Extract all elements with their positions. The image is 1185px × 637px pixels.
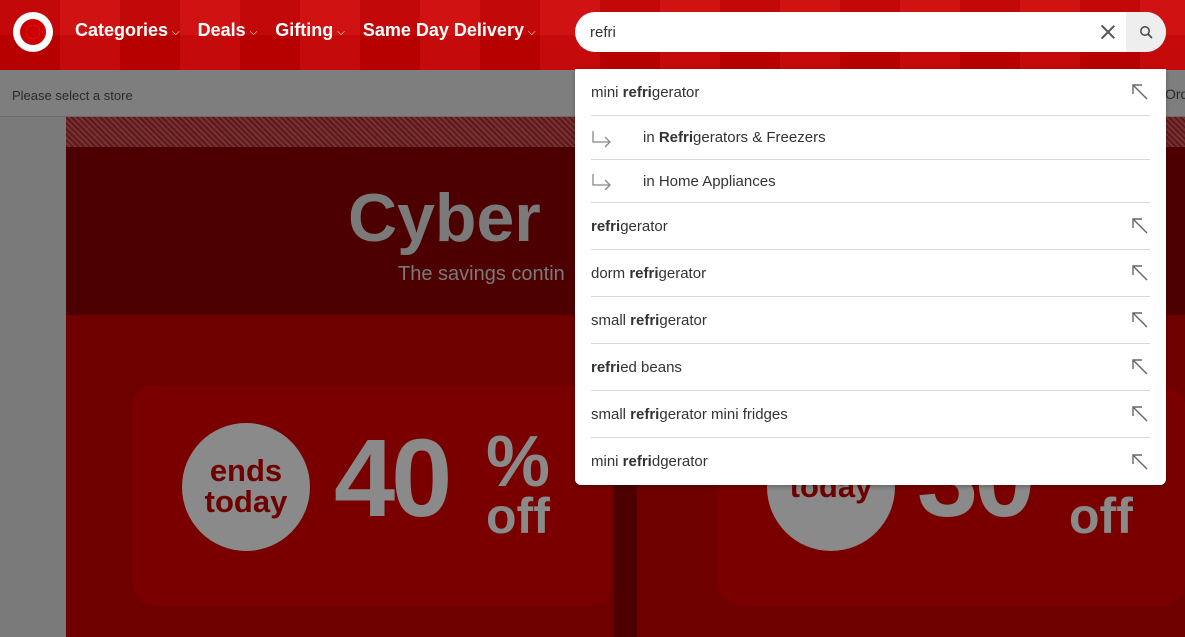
fill-search-arrow-icon[interactable]	[1130, 404, 1150, 424]
suggestion-text: refried beans	[591, 358, 682, 376]
fill-search-arrow-icon[interactable]	[1130, 216, 1150, 236]
nav-deals[interactable]: Deals ⌵	[198, 20, 258, 41]
orders-link[interactable]: Ord	[1165, 86, 1185, 102]
chevron-down-icon: ⌵	[172, 27, 180, 38]
badge-line-2: today	[204, 484, 288, 519]
nav-categories[interactable]: Categories ⌵	[75, 20, 180, 41]
ends-today-badge: ends today	[182, 423, 310, 551]
suggestion-item[interactable]: small refrigerator	[591, 297, 1150, 344]
banner-title: Cyber	[348, 180, 541, 256]
nav-label: Gifting	[275, 20, 334, 40]
sub-arrow-icon	[592, 174, 611, 191]
suggestion-text: mini refridgerator	[591, 453, 708, 470]
deal-off-label: off	[486, 488, 550, 544]
suggestion-item[interactable]: dorm refrigerator	[591, 250, 1150, 297]
suggestion-item[interactable]: small refrigerator mini fridges	[591, 391, 1150, 438]
deal-off-label-right: off	[1069, 488, 1133, 544]
suggestion-category[interactable]: in Refrigerators & Freezers	[591, 116, 1150, 160]
suggestion-text: small refrigerator mini fridges	[591, 405, 788, 423]
chevron-down-icon: ⌵	[527, 27, 536, 38]
deal-panel-left[interactable]: ends today 40 % off	[66, 315, 614, 637]
nav-label: Categories	[75, 20, 169, 40]
clear-search-icon[interactable]	[1097, 21, 1119, 43]
nav-gifting[interactable]: Gifting ⌵	[275, 20, 345, 41]
store-selector[interactable]: Please select a store	[12, 88, 133, 103]
suggestion-text: in Refrigerators & Freezers	[643, 129, 826, 146]
suggestion-text: in Home Appliances	[643, 172, 776, 190]
suggestion-item[interactable]: mini refridgerator	[591, 438, 1150, 485]
suggestion-text: mini refrigerator	[591, 83, 700, 101]
badge-line-1: ends	[209, 453, 283, 488]
fill-search-arrow-icon[interactable]	[1130, 310, 1150, 330]
search-button[interactable]	[1126, 12, 1166, 52]
chevron-down-icon: ⌵	[249, 27, 258, 38]
deal-percent: 40	[334, 417, 452, 540]
search-input[interactable]	[590, 20, 1070, 44]
fill-search-arrow-icon[interactable]	[1130, 452, 1150, 472]
search-icon	[1140, 26, 1153, 39]
main-nav: Categories ⌵ Deals ⌵ Gifting ⌵ Same Day …	[75, 20, 536, 41]
search-bar	[575, 12, 1166, 52]
search-suggestions: mini refrigerator in Refrigerators & Fre…	[575, 69, 1166, 485]
suggestion-text: small refrigerator	[591, 311, 707, 329]
target-logo-icon[interactable]	[13, 12, 53, 52]
suggestion-item[interactable]: refrigerator	[591, 203, 1150, 250]
suggestion-category[interactable]: in Home Appliances	[591, 160, 1150, 203]
fill-search-arrow-icon[interactable]	[1130, 82, 1150, 102]
sub-arrow-icon	[592, 131, 611, 148]
suggestion-text: refrigerator	[591, 217, 668, 235]
fill-search-arrow-icon[interactable]	[1130, 357, 1150, 377]
fill-search-arrow-icon[interactable]	[1130, 263, 1150, 283]
nav-label: Same Day Delivery	[362, 20, 524, 40]
nav-label: Deals	[197, 20, 246, 40]
suggestion-text: dorm refrigerator	[591, 264, 707, 282]
suggestion-item[interactable]: refried beans	[591, 344, 1150, 391]
site-header: Categories ⌵ Deals ⌵ Gifting ⌵ Same Day …	[0, 0, 1185, 70]
banner-subtitle: The savings contin	[398, 263, 565, 285]
chevron-down-icon: ⌵	[337, 27, 345, 38]
nav-same-day-delivery[interactable]: Same Day Delivery ⌵	[363, 20, 536, 41]
suggestion-item[interactable]: mini refrigerator	[591, 69, 1150, 116]
